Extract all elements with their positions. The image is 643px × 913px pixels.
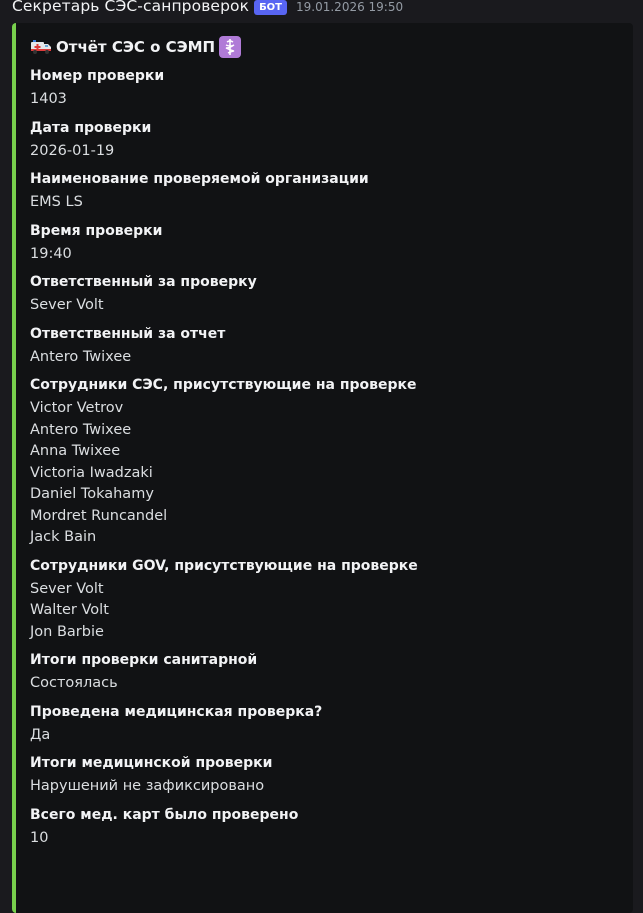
embed-field: Номер проверки 1403 <box>30 66 621 111</box>
field-value: Mordret Runcandel <box>30 507 168 524</box>
field-value: Нарушений не зафиксировано <box>30 778 265 794</box>
field-value: Jon Barbie <box>30 623 104 640</box>
message-timestamp[interactable]: 19.01.2026 19:50 <box>296 0 403 14</box>
field-value: 2026-01-19 <box>30 142 115 159</box>
medical-symbol-icon <box>219 36 242 58</box>
field-values: Да <box>30 725 621 747</box>
field-values: 19:40 <box>30 244 621 266</box>
field-name: Ответственный за отчет <box>30 325 226 342</box>
field-name: Номер проверки <box>30 68 165 84</box>
report-embed: Отчёт СЭС о СЭМП Номер проверки 1403 Дата … <box>12 23 633 913</box>
field-value: 19:40 <box>30 245 72 262</box>
field-value: Да <box>30 726 51 743</box>
embed-field: Ответственный за проверку Sever Volt <box>30 272 621 317</box>
field-value: 1403 <box>30 91 67 107</box>
embed-content: Отчёт СЭС о СЭМП Номер проверки 1403 Дата … <box>30 35 621 849</box>
ambulance-icon <box>30 39 52 55</box>
embed-field: Время проверки 19:40 <box>30 221 621 266</box>
embed-field: Сотрудники GOV, присутствующие на провер… <box>30 556 621 644</box>
field-value: EMS LS <box>30 194 83 210</box>
embed-field: Итоги медицинской проверки Нарушений не з… <box>30 753 621 798</box>
field-value: Jack Bain <box>30 529 97 545</box>
bot-badge: БОТ <box>254 0 288 15</box>
field-value: Sever Volt <box>30 297 104 313</box>
field-value: Victor Vetrov <box>30 400 124 416</box>
author-name[interactable]: Секретарь СЭС-санпроверок <box>12 0 249 15</box>
field-values: 10 <box>30 828 621 850</box>
field-values: 1403 <box>30 89 621 111</box>
field-values: Нарушений не зафиксировано <box>30 776 621 798</box>
field-value: Walter Volt <box>30 602 109 618</box>
message-header: Секретарь СЭС-санпроверок БОТ 19.01.2026… <box>12 0 403 18</box>
field-values: Sever Volt <box>30 295 621 317</box>
field-name: Наименование проверяемой организации <box>30 171 369 187</box>
field-values: Victor Vetrov Antero Twixee Anna Twixee Vic… <box>30 398 621 549</box>
field-values: 2026-01-19 <box>30 141 621 163</box>
field-values: Sever Volt Walter Volt Jon Barbie <box>30 579 621 644</box>
field-value: Antero Twixee <box>30 421 132 438</box>
field-name: Проведена медицинская проверка? <box>30 703 323 720</box>
embed-fields: Номер проверки 1403 Дата проверки 2026-01-1… <box>30 66 621 849</box>
field-values: EMS LS <box>30 192 621 214</box>
field-name: Сотрудники СЭС, присутствующие на провер… <box>30 377 417 393</box>
embed-field: Проведена медицинская проверка? Да <box>30 702 621 747</box>
embed-field: Наименование проверяемой организации EMS … <box>30 169 621 214</box>
field-value: Daniel Tokahamy <box>30 486 154 502</box>
field-name: Итоги проверки санитарной <box>30 652 258 668</box>
field-value: Sever Volt <box>30 580 104 597</box>
field-name: Всего мед. карт было проверено <box>30 806 299 823</box>
field-values: Состоялась <box>30 673 621 695</box>
embed-field: Ответственный за отчет Antero Twixee <box>30 324 621 369</box>
embed-title-text: Отчёт СЭС о СЭМП <box>56 38 216 56</box>
field-value: 10 <box>30 829 49 846</box>
embed-field: Дата проверки 2026-01-19 <box>30 118 621 163</box>
field-value: Antero Twixee <box>30 348 132 365</box>
field-value: Состоялась <box>30 675 118 691</box>
field-name: Сотрудники GOV, присутствующие на провер… <box>30 557 418 574</box>
field-name: Ответственный за проверку <box>30 274 257 290</box>
field-name: Время проверки <box>30 222 163 239</box>
embed-field: Сотрудники СЭС, присутствующие на провер… <box>30 375 621 549</box>
field-value: Victoria Iwadzaki <box>30 464 153 481</box>
embed-field: Всего мед. карт было проверено 10 <box>30 805 621 850</box>
field-value: Anna Twixee <box>30 443 121 459</box>
field-name: Дата проверки <box>30 119 152 136</box>
field-values: Antero Twixee <box>30 347 621 369</box>
embed-title: Отчёт СЭС о СЭМП <box>30 35 621 59</box>
field-name: Итоги медицинской проверки <box>30 755 273 771</box>
embed-field: Итоги проверки санитарной Состоялась <box>30 650 621 695</box>
